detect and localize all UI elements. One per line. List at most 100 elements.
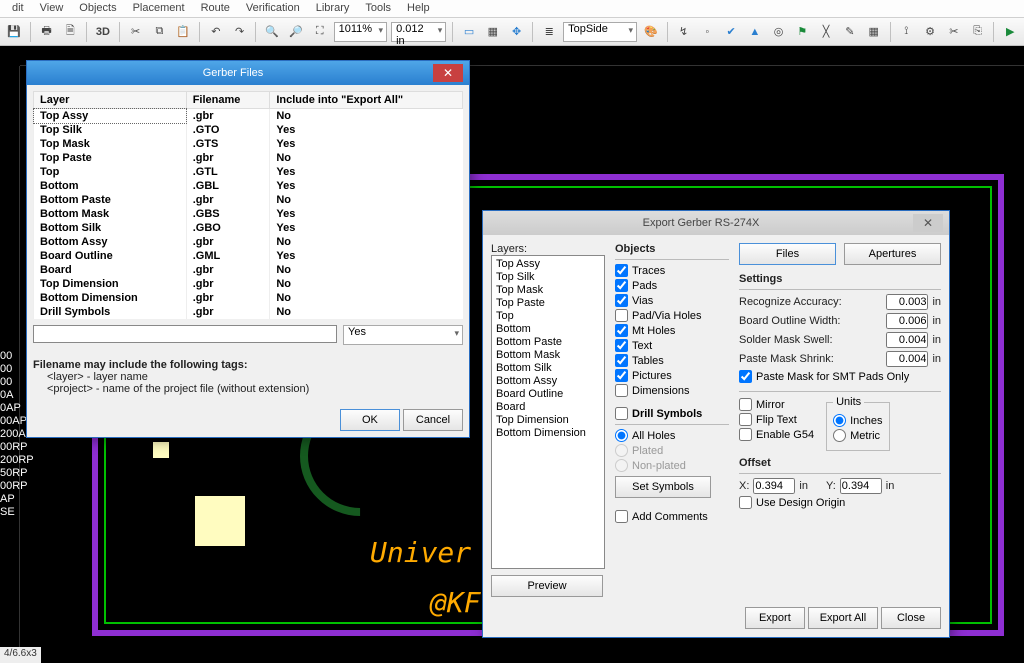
table-row[interactable]: Top Mask.GTSYes <box>34 137 463 151</box>
highlight-icon[interactable]: ✎ <box>840 21 860 43</box>
undo-icon[interactable]: ↶ <box>206 21 226 43</box>
table-row[interactable]: Bottom Silk.GBOYes <box>34 221 463 235</box>
list-item[interactable]: Bottom Mask <box>494 349 602 362</box>
select-icon[interactable]: ▦ <box>483 21 503 43</box>
menu-view[interactable]: View <box>32 0 72 17</box>
list-item[interactable]: Top Paste <box>494 297 602 310</box>
table-row[interactable]: Top Assy.gbrNo <box>34 109 463 124</box>
preview-icon[interactable]: 🗎 <box>60 21 80 43</box>
chk-mirror[interactable]: Mirror <box>739 398 814 411</box>
menu-library[interactable]: Library <box>308 0 358 17</box>
chk-vias[interactable]: Vias <box>615 294 729 307</box>
set-symbols-button[interactable]: Set Symbols <box>615 476 711 498</box>
flag-icon[interactable]: ⚑ <box>792 21 812 43</box>
layer-combo[interactable]: TopSide <box>563 22 637 42</box>
chk-add-comments[interactable]: Add Comments <box>615 510 729 523</box>
table-row[interactable]: Board Outline.GMLYes <box>34 249 463 263</box>
route-icon[interactable]: ↯ <box>674 21 694 43</box>
offset-x-input[interactable] <box>753 478 795 494</box>
tool-c-icon[interactable]: ✂ <box>944 21 964 43</box>
3d-button[interactable]: 3D <box>93 21 113 43</box>
list-item[interactable]: Bottom Assy <box>494 375 602 388</box>
chk-traces[interactable]: Traces <box>615 264 729 277</box>
layer-icon[interactable]: ≣ <box>539 21 559 43</box>
menu-edit[interactable]: dit <box>4 0 32 17</box>
run-icon[interactable]: ▶ <box>1000 21 1020 43</box>
chk-flip-text[interactable]: Flip Text <box>739 413 814 426</box>
print-icon[interactable]: 🖶 <box>37 21 57 43</box>
radio-inches[interactable]: Inches <box>833 414 882 427</box>
export-all-button[interactable]: Export All <box>808 607 878 629</box>
copy-icon[interactable]: ⧉ <box>150 21 170 43</box>
menu-verification[interactable]: Verification <box>238 0 308 17</box>
menu-tools[interactable]: Tools <box>357 0 399 17</box>
table-row[interactable]: Bottom Paste.gbrNo <box>34 193 463 207</box>
menu-help[interactable]: Help <box>399 0 438 17</box>
origin-icon[interactable]: ◎ <box>769 21 789 43</box>
tool-d-icon[interactable]: ⎘ <box>968 21 988 43</box>
precision-combo[interactable]: 0.012 in <box>391 22 446 42</box>
table-row[interactable]: Bottom.GBLYes <box>34 179 463 193</box>
preview-button[interactable]: Preview <box>491 575 603 597</box>
solder-mask-swell-input[interactable] <box>886 332 928 348</box>
chk-drill-symbols[interactable]: Drill Symbols <box>615 407 729 420</box>
include-filter-combo[interactable]: Yes <box>343 325 463 345</box>
menu-route[interactable]: Route <box>193 0 238 17</box>
layers-listbox[interactable]: Top AssyTop SilkTop MaskTop PasteTopBott… <box>491 255 605 569</box>
table-row[interactable]: Top Silk.GTOYes <box>34 123 463 137</box>
ok-button[interactable]: OK <box>340 409 400 431</box>
list-item[interactable]: Top Mask <box>494 284 602 297</box>
move-icon[interactable]: ✥ <box>507 21 527 43</box>
list-item[interactable]: Board <box>494 401 602 414</box>
chk-tables[interactable]: Tables <box>615 354 729 367</box>
redo-icon[interactable]: ↷ <box>230 21 250 43</box>
radio-metric[interactable]: Metric <box>833 429 882 442</box>
net-icon[interactable]: ╳ <box>816 21 836 43</box>
table-row[interactable]: Drill Symbols.gbrNo <box>34 305 463 319</box>
table-row[interactable]: Bottom Mask.GBSYes <box>34 207 463 221</box>
chk-smt-only[interactable]: Paste Mask for SMT Pads Only <box>739 370 941 383</box>
close-icon[interactable]: ✕ <box>913 214 943 232</box>
radio-nonplated[interactable]: Non-plated <box>615 459 729 472</box>
list-item[interactable]: Top Dimension <box>494 414 602 427</box>
list-item[interactable]: Bottom Silk <box>494 362 602 375</box>
col-filename[interactable]: Filename <box>186 92 270 109</box>
cut-icon[interactable]: ✂ <box>126 21 146 43</box>
files-button[interactable]: Files <box>739 243 836 265</box>
cancel-button[interactable]: Cancel <box>403 409 463 431</box>
apertures-button[interactable]: Apertures <box>844 243 941 265</box>
close-icon[interactable]: ✕ <box>433 64 463 82</box>
offset-y-input[interactable] <box>840 478 882 494</box>
col-layer[interactable]: Layer <box>34 92 187 109</box>
zoom-combo[interactable]: 1011% <box>334 22 387 42</box>
list-item[interactable]: Bottom <box>494 323 602 336</box>
list-item[interactable]: Board Outline <box>494 388 602 401</box>
table-row[interactable]: Board.gbrNo <box>34 263 463 277</box>
chk-pads[interactable]: Pads <box>615 279 729 292</box>
export-button[interactable]: Export <box>745 607 805 629</box>
list-item[interactable]: Bottom Paste <box>494 336 602 349</box>
board-outline-width-input[interactable] <box>886 313 928 329</box>
tool-b-icon[interactable]: ⚙ <box>920 21 940 43</box>
paste-icon[interactable]: 📋 <box>173 21 193 43</box>
export-titlebar[interactable]: Export Gerber RS-274X ✕ <box>483 211 949 235</box>
gerber-table[interactable]: Layer Filename Include into "Export All"… <box>33 91 463 319</box>
list-item[interactable]: Top Assy <box>494 258 602 271</box>
table-row[interactable]: Bottom Dimension.gbrNo <box>34 291 463 305</box>
colors-icon[interactable]: 🎨 <box>641 21 661 43</box>
drc-icon[interactable]: ✔ <box>721 21 741 43</box>
grid-icon[interactable]: ▦ <box>864 21 884 43</box>
chk-use-design-origin[interactable]: Use Design Origin <box>739 496 941 509</box>
chk-mt-holes[interactable]: Mt Holes <box>615 324 729 337</box>
gerber-titlebar[interactable]: Gerber Files ✕ <box>27 61 469 85</box>
tool-a-icon[interactable]: ⟟ <box>896 21 916 43</box>
radio-plated[interactable]: Plated <box>615 444 729 457</box>
table-row[interactable]: Top Paste.gbrNo <box>34 151 463 165</box>
recognize-accuracy-input[interactable] <box>886 294 928 310</box>
zoom-in-icon[interactable]: 🔎 <box>286 21 306 43</box>
save-icon[interactable]: 💾 <box>4 21 24 43</box>
chk-pictures[interactable]: Pictures <box>615 369 729 382</box>
menu-placement[interactable]: Placement <box>125 0 193 17</box>
filter-input[interactable] <box>33 325 337 343</box>
zoom-fit-icon[interactable]: ⛶ <box>310 21 330 43</box>
